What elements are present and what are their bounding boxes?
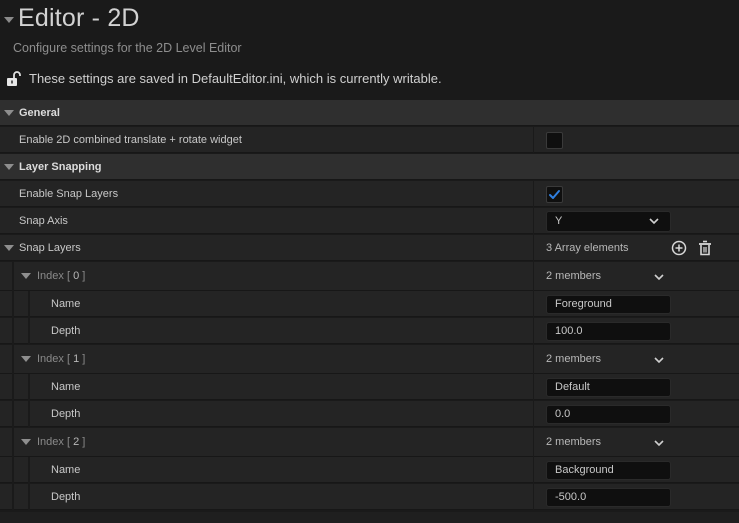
notice-text: These settings are saved in DefaultEdito… [29, 71, 442, 86]
element-1-depth-input[interactable]: 0.0 [546, 405, 671, 424]
indent-guide [12, 262, 14, 291]
settings-header: Editor - 2D Configure settings for the 2… [0, 0, 739, 100]
property-label: Name [51, 381, 81, 393]
element-label: Index [ 0 ] [37, 270, 86, 282]
clear-elements-button[interactable] [697, 240, 713, 256]
property-label: Name [51, 464, 81, 476]
column-splitter[interactable] [533, 428, 534, 457]
property-label: Enable Snap Layers [19, 188, 119, 200]
collapse-caret-icon[interactable] [4, 16, 14, 23]
enable-combined-widget-checkbox[interactable] [546, 132, 563, 149]
indent-guide [28, 374, 30, 401]
element-0-depth-row: Depth 100.0 [0, 318, 739, 345]
expand-caret-icon[interactable] [21, 273, 31, 279]
category-label: General [19, 107, 60, 119]
column-splitter[interactable] [533, 127, 534, 153]
property-label: Snap Axis [19, 215, 68, 227]
enable-snap-layers-checkbox[interactable] [546, 186, 563, 203]
indent-guide [12, 457, 14, 484]
category-layer-snapping[interactable]: Layer Snapping [0, 154, 739, 180]
column-splitter[interactable] [533, 345, 534, 374]
element-2-depth-row: Depth -500.0 [0, 484, 739, 511]
indent-guide [12, 401, 14, 428]
dropdown-value: Y [555, 215, 563, 227]
chevron-down-icon[interactable] [654, 440, 664, 447]
element-0-depth-input[interactable]: 100.0 [546, 322, 671, 341]
property-label: Depth [51, 325, 81, 337]
panel-footer [0, 512, 739, 523]
element-1-name-input[interactable]: Default [546, 378, 671, 397]
property-row-enable-snap-layers: Enable Snap Layers [0, 181, 739, 207]
element-2-depth-input[interactable]: -500.0 [546, 488, 671, 507]
title-row[interactable]: Editor - 2D [4, 4, 140, 33]
member-count: 2 members [546, 436, 602, 448]
category-label: Layer Snapping [19, 161, 102, 173]
page-title: Editor - 2D [18, 4, 140, 32]
element-label: Index [ 1 ] [37, 353, 86, 365]
indent-guide [12, 428, 14, 457]
element-1-name-row: Name Default [0, 374, 739, 401]
add-element-button[interactable] [671, 240, 687, 256]
indent-guide [28, 484, 30, 511]
indent-guide [12, 318, 14, 345]
column-splitter[interactable] [533, 181, 534, 207]
details-panel: General Enable 2D combined translate + r… [0, 100, 739, 512]
indent-guide [28, 401, 30, 428]
expand-caret-icon[interactable] [4, 245, 14, 251]
column-splitter[interactable] [533, 235, 534, 261]
expand-caret-icon[interactable] [4, 164, 14, 170]
element-0-name-input[interactable]: Foreground [546, 295, 671, 314]
snap-axis-dropdown[interactable]: Y [546, 211, 671, 232]
indent-guide [28, 457, 30, 484]
column-splitter[interactable] [533, 262, 534, 291]
member-count: 2 members [546, 270, 602, 282]
expand-caret-icon[interactable] [4, 110, 14, 116]
array-element-0[interactable]: Index [ 0 ] 2 members [0, 262, 739, 291]
expand-caret-icon[interactable] [21, 356, 31, 362]
category-general[interactable]: General [0, 100, 739, 126]
config-file-notice: These settings are saved in DefaultEdito… [7, 71, 442, 86]
array-element-2[interactable]: Index [ 2 ] 2 members [0, 428, 739, 457]
expand-caret-icon[interactable] [21, 439, 31, 445]
indent-guide [28, 318, 30, 345]
array-count: 3 Array elements [546, 242, 629, 254]
checkmark-icon [549, 190, 560, 199]
property-row-snap-layers[interactable]: Snap Layers 3 Array elements [0, 235, 739, 261]
column-splitter[interactable] [533, 374, 534, 400]
indent-guide [12, 484, 14, 511]
page-subtitle: Configure settings for the 2D Level Edit… [13, 41, 242, 55]
column-splitter[interactable] [533, 318, 534, 344]
property-label: Depth [51, 408, 81, 420]
column-splitter[interactable] [533, 291, 534, 317]
element-2-name-input[interactable]: Background [546, 461, 671, 480]
chevron-down-icon [649, 218, 659, 225]
indent-guide [12, 291, 14, 318]
property-row-snap-axis: Snap Axis Y [0, 208, 739, 234]
element-1-depth-row: Depth 0.0 [0, 401, 739, 428]
chevron-down-icon[interactable] [654, 274, 664, 281]
unlocked-padlock-icon [7, 71, 21, 86]
column-splitter[interactable] [533, 484, 534, 510]
indent-guide [28, 291, 30, 318]
property-label: Enable 2D combined translate + rotate wi… [19, 134, 242, 146]
column-splitter[interactable] [533, 401, 534, 427]
indent-guide [12, 374, 14, 401]
element-2-name-row: Name Background [0, 457, 739, 484]
chevron-down-icon[interactable] [654, 357, 664, 364]
indent-guide [12, 345, 14, 374]
add-circle-icon [671, 240, 687, 256]
property-label: Snap Layers [19, 242, 81, 254]
element-0-name-row: Name Foreground [0, 291, 739, 318]
column-splitter[interactable] [533, 208, 534, 234]
column-splitter[interactable] [533, 457, 534, 483]
property-row-enable-combined-widget: Enable 2D combined translate + rotate wi… [0, 127, 739, 153]
property-label: Name [51, 298, 81, 310]
array-element-1[interactable]: Index [ 1 ] 2 members [0, 345, 739, 374]
element-label: Index [ 2 ] [37, 436, 86, 448]
property-label: Depth [51, 491, 81, 503]
trash-icon [699, 240, 711, 256]
member-count: 2 members [546, 353, 602, 365]
